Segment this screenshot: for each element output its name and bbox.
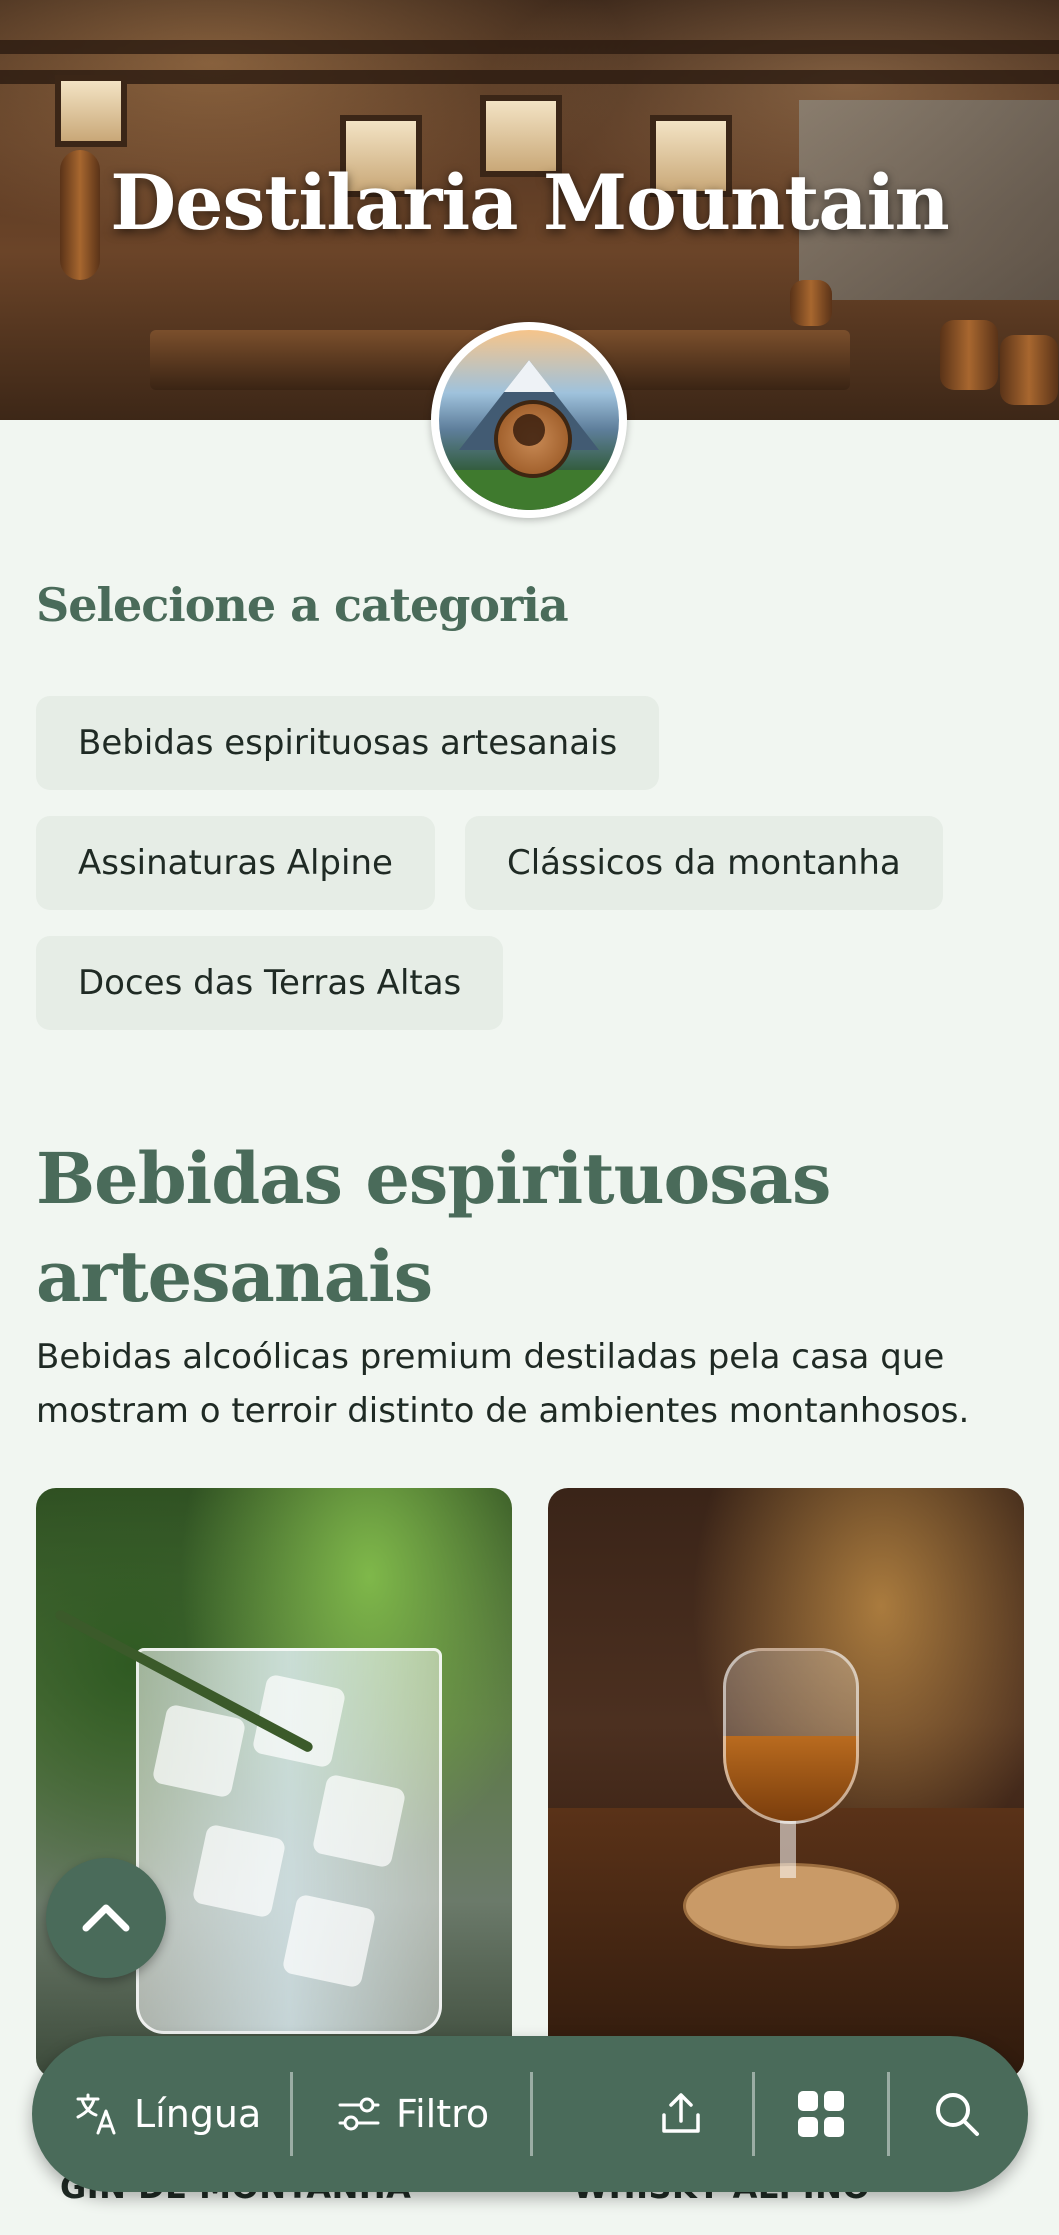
translate-icon [76,2093,116,2135]
barrel [790,280,832,326]
share-icon [662,2093,700,2133]
tree-emblem-icon [513,414,545,446]
category-chip-mountain-classics[interactable]: Clássicos da montanha [465,816,943,910]
language-label: Língua [134,2092,262,2136]
category-selector-label: Selecione a categoria [36,578,569,632]
logo-image [439,330,619,510]
filter-sliders-icon [338,2097,380,2131]
category-chip-craft-spirits[interactable]: Bebidas espirituosas artesanais [36,696,660,790]
category-title: Bebidas espirituosas artesanais [36,1137,831,1318]
bottom-toolbar: Língua Filtro [32,2036,1028,2192]
search-button[interactable] [932,2036,982,2192]
barrel [1000,335,1058,405]
scroll-to-top-button[interactable] [46,1858,166,1978]
grid-view-button[interactable] [796,2036,846,2192]
brand-logo [431,322,627,518]
category-chip-alpine-signatures[interactable]: Assinaturas Alpine [36,816,435,910]
divider [887,2072,890,2156]
language-button[interactable]: Língua [74,2036,261,2192]
category-chip-highland-sweets[interactable]: Doces das Terras Altas [36,936,504,1030]
ceiling-beam [0,70,1059,84]
product-card-whisky[interactable] [548,1488,1024,2078]
chevron-up-icon [82,1904,130,1932]
filter-label: Filtro [396,2092,490,2136]
divider [530,2072,533,2156]
divider [290,2072,293,2156]
whisky-glass-image [723,1648,859,1824]
gin-glass-image [136,1648,442,2034]
share-button[interactable] [656,2036,706,2192]
window [55,75,127,147]
category-description: Bebidas alcoólicas premium destiladas pe… [36,1337,970,1431]
grid-icon [798,2091,844,2137]
barrel [940,320,998,390]
page-title: Destilaria Mountain [110,158,950,247]
search-icon [936,2093,979,2136]
product-card-gin[interactable] [36,1488,512,2078]
filter-button[interactable]: Filtro [336,2036,489,2192]
divider [752,2072,755,2156]
ceiling-beam [0,40,1059,54]
